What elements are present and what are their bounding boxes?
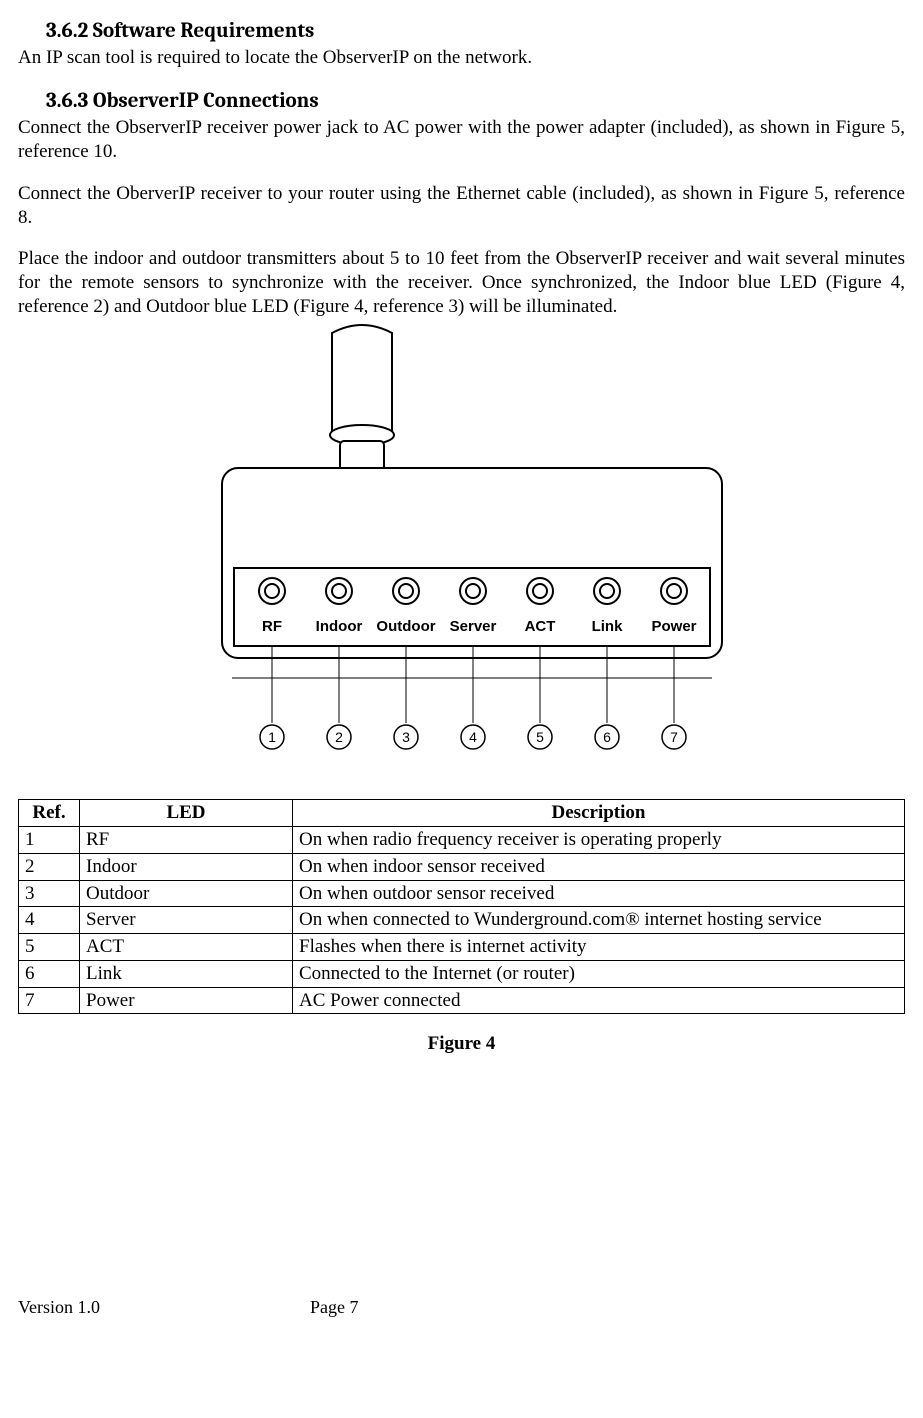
page-footer: Version 1.0 Page 7 (18, 1296, 905, 1319)
cell-desc: AC Power connected (293, 987, 905, 1014)
cell-ref: 4 (19, 907, 80, 934)
cell-led: Power (80, 987, 293, 1014)
th-led: LED (80, 800, 293, 827)
paragraph-conn-2: Connect the OberverIP receiver to your r… (18, 182, 905, 230)
th-desc: Description (293, 800, 905, 827)
cell-ref: 7 (19, 987, 80, 1014)
cell-ref: 6 (19, 960, 80, 987)
cell-led: Link (80, 960, 293, 987)
device-ref-number: 4 (469, 729, 477, 745)
device-ref-number: 5 (536, 729, 544, 745)
table-row: 3OutdoorOn when outdoor sensor received (19, 880, 905, 907)
heading-software-requirements: 3.6.2 Software Requirements (18, 18, 905, 44)
cell-led: Indoor (80, 853, 293, 880)
device-ref-number: 2 (335, 729, 343, 745)
device-led-label: Server (449, 618, 496, 635)
cell-desc: On when radio frequency receiver is oper… (293, 827, 905, 854)
device-led-label: RF (262, 618, 282, 635)
table-row: 6LinkConnected to the Internet (or route… (19, 960, 905, 987)
device-ref-number: 7 (670, 729, 678, 745)
cell-led: Server (80, 907, 293, 934)
device-led-label: Outdoor (376, 618, 435, 635)
heading-observerip-connections: 3.6.3 ObserverIP Connections (18, 88, 905, 114)
table-row: 7PowerAC Power connected (19, 987, 905, 1014)
table-row: 1RFOn when radio frequency receiver is o… (19, 827, 905, 854)
cell-ref: 1 (19, 827, 80, 854)
device-ref-number: 1 (268, 729, 276, 745)
device-led-label: ACT (524, 618, 555, 635)
figure-4-device: RF Indoor Outdoor Server ACT Link Power 1 2 3 4 5 6… (18, 323, 905, 790)
device-led-label: Link (591, 618, 622, 635)
cell-led: Outdoor (80, 880, 293, 907)
cell-ref: 2 (19, 853, 80, 880)
paragraph-conn-1: Connect the ObserverIP receiver power ja… (18, 116, 905, 164)
cell-led: ACT (80, 934, 293, 961)
device-led-label: Indoor (315, 618, 362, 635)
footer-page: Page 7 (310, 1296, 359, 1319)
figure-caption: Figure 4 (18, 1032, 905, 1056)
cell-ref: 3 (19, 880, 80, 907)
cell-desc: Flashes when there is internet activity (293, 934, 905, 961)
table-row: 4ServerOn when connected to Wunderground… (19, 907, 905, 934)
cell-ref: 5 (19, 934, 80, 961)
table-row: 5ACTFlashes when there is internet activ… (19, 934, 905, 961)
paragraph-conn-3: Place the indoor and outdoor transmitter… (18, 247, 905, 318)
cell-desc: On when indoor sensor received (293, 853, 905, 880)
footer-version: Version 1.0 (18, 1296, 100, 1319)
table-row: 2IndoorOn when indoor sensor received (19, 853, 905, 880)
table-header-row: Ref. LED Description (19, 800, 905, 827)
cell-desc: On when connected to Wunderground.com® i… (293, 907, 905, 934)
cell-desc: On when outdoor sensor received (293, 880, 905, 907)
device-led-label: Power (651, 618, 696, 635)
led-reference-table: Ref. LED Description 1RFOn when radio fr… (18, 799, 905, 1014)
cell-desc: Connected to the Internet (or router) (293, 960, 905, 987)
paragraph-software-req: An IP scan tool is required to locate th… (18, 46, 905, 70)
device-ref-number: 3 (402, 729, 410, 745)
th-ref: Ref. (19, 800, 80, 827)
device-ref-number: 6 (603, 729, 611, 745)
cell-led: RF (80, 827, 293, 854)
